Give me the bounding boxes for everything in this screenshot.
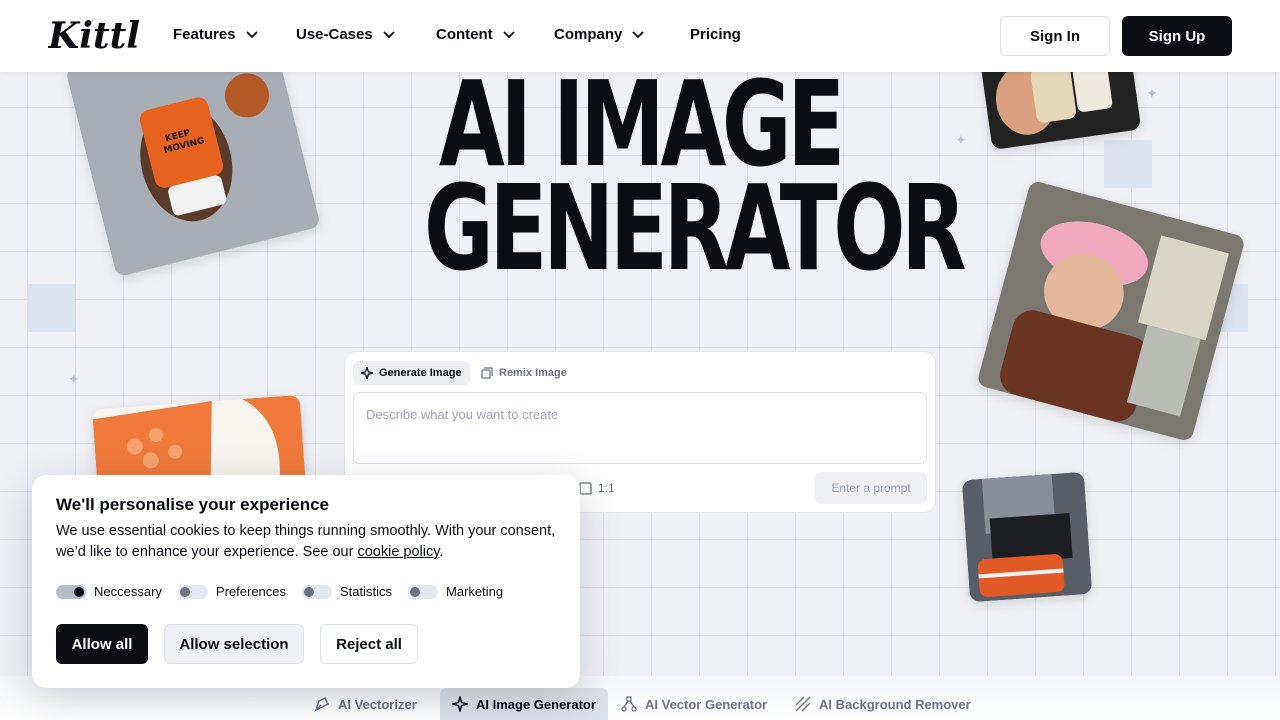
nav-content-label: Content (436, 26, 493, 43)
tab-ai-image-generator-label: AI Image Generator (476, 696, 596, 712)
toggle-preferences-label: Preferences (215, 584, 287, 599)
sparkle-decoration-icon: ✦ (68, 371, 80, 387)
nav-pricing-label: Pricing (690, 26, 741, 43)
toggle-marketing-label: Marketing (446, 584, 504, 599)
square-ratio-icon (579, 481, 592, 495)
top-navigation-bar: Kittl Features Use-Cases Content Company… (0, 0, 1280, 72)
tab-remix-image[interactable]: Remix Image (473, 361, 575, 385)
cookie-title: We'll personalise your experience (56, 495, 330, 514)
tab-generate-image-label: Generate Image (379, 367, 462, 379)
toggle-statistics-label: Statistics (340, 584, 393, 599)
toggle-preferences[interactable]: Preferences (177, 584, 287, 599)
toggle-switch[interactable] (302, 584, 333, 599)
sign-in-button[interactable]: Sign In (1000, 16, 1110, 56)
toggle-switch[interactable] (56, 584, 86, 599)
sparkle-icon (452, 696, 468, 712)
cookie-consent-banner: We'll personalise your experience We use… (32, 475, 580, 688)
tab-ai-background-remover[interactable]: AI Background Remover (783, 688, 983, 720)
cookie-policy-link[interactable]: cookie policy (357, 544, 439, 560)
nav-company[interactable]: Company (554, 26, 644, 43)
nav-company-label: Company (554, 26, 623, 43)
pen-tool-icon (314, 697, 329, 712)
cookie-toggles: Neccessary Preferences Statistics Market… (56, 584, 503, 599)
remix-icon (481, 367, 493, 379)
tab-ai-vector-generator-label: AI Vector Generator (645, 696, 768, 712)
toggle-necessary-label: Neccessary (94, 584, 162, 599)
sign-up-button[interactable]: Sign Up (1122, 16, 1232, 56)
allow-selection-button[interactable]: Allow selection (164, 624, 304, 664)
enter-prompt-button[interactable]: Enter a prompt (815, 472, 927, 504)
svg-text:Kittl: Kittl (48, 16, 140, 56)
prompt-input[interactable]: Describe what you want to create (353, 392, 927, 464)
grid-highlight-cell (1104, 140, 1152, 188)
sparkle-icon (361, 367, 373, 379)
nav-use-cases[interactable]: Use-Cases (296, 26, 395, 43)
sparkle-decoration-icon: ✦ (1146, 85, 1158, 101)
chevron-down-icon (632, 30, 644, 38)
chevron-down-icon (383, 30, 395, 38)
nav-content[interactable]: Content (436, 26, 515, 43)
toggle-switch[interactable] (177, 584, 208, 599)
cookie-text-after: . (439, 544, 444, 560)
nav-use-cases-label: Use-Cases (296, 26, 373, 43)
sparkle-decoration-icon: ✦ (955, 132, 967, 148)
cookie-text-before: We use essential cookies to keep things … (56, 523, 556, 560)
nav-features-label: Features (173, 26, 236, 43)
hero-title: AI IMAGE GENERATOR (424, 65, 967, 297)
tab-ai-vector-generator[interactable]: AI Vector Generator (609, 688, 779, 720)
photo-orange-duffel-bag (961, 471, 1093, 603)
nav-pricing[interactable]: Pricing (690, 26, 741, 43)
allow-all-button[interactable]: Allow all (56, 624, 148, 664)
cookie-description: We use essential cookies to keep things … (56, 521, 556, 563)
toggle-switch[interactable] (408, 584, 439, 599)
toggle-statistics[interactable]: Statistics (302, 584, 392, 599)
chevron-down-icon (503, 30, 515, 38)
aspect-ratio-value: 1:1 (598, 481, 615, 495)
toggle-necessary[interactable]: Neccessary (56, 584, 162, 599)
tab-generate-image[interactable]: Generate Image (353, 361, 470, 385)
tab-remix-image-label: Remix Image (499, 367, 567, 379)
tab-ai-vectorizer[interactable]: AI Vectorizer (302, 688, 429, 720)
tab-ai-background-remover-label: AI Background Remover (819, 696, 971, 712)
kittl-logo[interactable]: Kittl (48, 16, 144, 56)
nav-features[interactable]: Features (173, 26, 258, 43)
aspect-ratio-selector[interactable]: 1:1 (579, 481, 615, 495)
vector-path-icon (621, 696, 637, 712)
tab-ai-image-generator[interactable]: AI Image Generator (440, 688, 608, 720)
hatch-icon (795, 696, 811, 712)
toggle-marketing[interactable]: Marketing (408, 584, 503, 599)
reject-all-button[interactable]: Reject all (320, 624, 418, 664)
tab-ai-vectorizer-label: AI Vectorizer (338, 696, 417, 712)
hero-title-line-2: GENERATOR (424, 159, 967, 297)
grid-highlight-cell (27, 284, 75, 332)
chevron-down-icon (245, 30, 258, 38)
